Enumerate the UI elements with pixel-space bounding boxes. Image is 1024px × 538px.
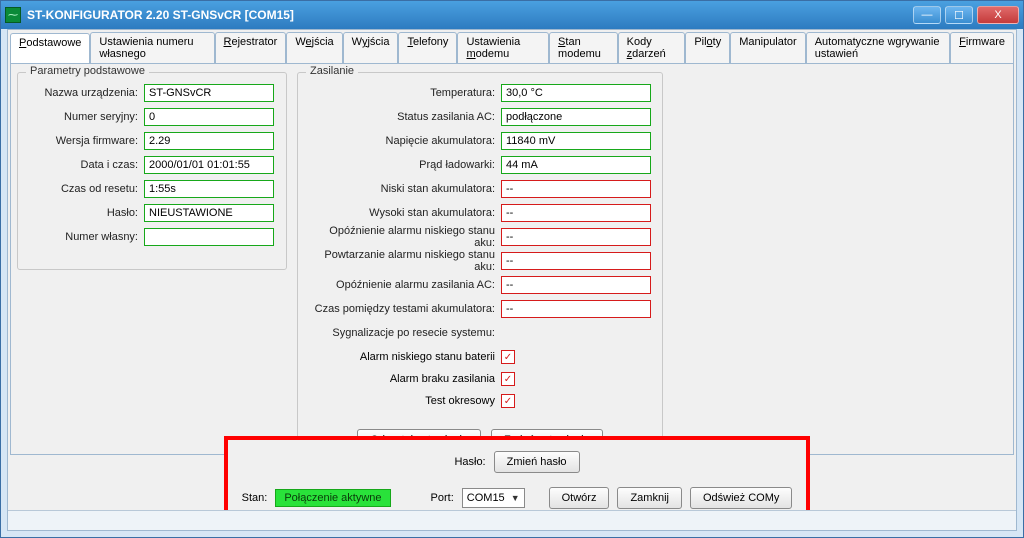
checkbox[interactable]: ✓ — [501, 394, 515, 408]
power-value[interactable]: 11840 mV — [501, 132, 651, 150]
chevron-down-icon: ▼ — [511, 493, 520, 503]
group-params: Parametry podstawowe Nazwa urządzenia:ST… — [17, 72, 287, 270]
close-button[interactable]: X — [977, 6, 1019, 24]
power-value[interactable]: -- — [501, 276, 651, 294]
group-power-legend: Zasilanie — [306, 65, 358, 77]
param-value[interactable] — [144, 228, 274, 246]
tab-stan-modemu[interactable]: Stan modemu — [549, 32, 618, 63]
param-label: Numer własny: — [26, 231, 144, 243]
checkbox[interactable]: ✓ — [501, 350, 515, 364]
open-port-button[interactable]: Otwórz — [549, 487, 610, 509]
close-port-button[interactable]: Zamknij — [617, 487, 682, 509]
port-label: Port: — [431, 492, 454, 504]
param-value[interactable]: 1:55s — [144, 180, 274, 198]
app-window: ⁓ ST-KONFIGURATOR 2.20 ST-GNSvCR [COM15]… — [0, 0, 1024, 538]
power-label: Opóźnienie alarmu zasilania AC: — [306, 279, 501, 291]
maximize-button[interactable]: ☐ — [945, 6, 973, 24]
param-label: Data i czas: — [26, 159, 144, 171]
power-label: Status zasilania AC: — [306, 111, 501, 123]
stan-label: Stan: — [242, 492, 268, 504]
power-value[interactable]: -- — [501, 204, 651, 222]
tab-page-podstawowe: Parametry podstawowe Nazwa urządzenia:ST… — [10, 63, 1014, 455]
connection-status: Połączenie aktywne — [275, 489, 390, 507]
tab-wyjscia[interactable]: Wyjścia — [343, 32, 399, 63]
tab-ustawienia-modemu[interactable]: Ustawienia modemu — [457, 32, 549, 63]
window-title: ST-KONFIGURATOR 2.20 ST-GNSvCR [COM15] — [27, 8, 294, 22]
param-label: Czas od resetu: — [26, 183, 144, 195]
tab-rejestrator[interactable]: Rejestrator — [215, 32, 287, 63]
tab-manipulator[interactable]: Manipulator — [730, 32, 805, 63]
port-combo-value: COM15 — [467, 492, 505, 504]
param-label: Wersja firmware: — [26, 135, 144, 147]
power-label: Wysoki stan akumulatora: — [306, 207, 501, 219]
power-value[interactable]: -- — [501, 252, 651, 270]
power-label: Napięcie akumulatora: — [306, 135, 501, 147]
tab-kody-zdarzen[interactable]: Kody zdarzeń — [618, 32, 686, 63]
refresh-com-button[interactable]: Odśwież COMy — [690, 487, 792, 509]
power-label: Prąd ładowarki: — [306, 159, 501, 171]
power-value[interactable]: -- — [501, 180, 651, 198]
haslo-label: Hasło: — [454, 456, 485, 468]
param-value[interactable]: NIEUSTAWIONE — [144, 204, 274, 222]
titlebar: ⁓ ST-KONFIGURATOR 2.20 ST-GNSvCR [COM15]… — [1, 1, 1023, 29]
group-params-legend: Parametry podstawowe — [26, 65, 149, 77]
tab-wejscia[interactable]: Wejścia — [286, 32, 342, 63]
power-label: Opóźnienie alarmu niskiego stanu aku: — [306, 225, 501, 249]
power-value[interactable]: podłączone — [501, 108, 651, 126]
change-password-button[interactable]: Zmień hasło — [494, 451, 580, 473]
tab-ustawienia-numeru[interactable]: Ustawienia numeru własnego — [90, 32, 214, 63]
power-value[interactable]: 30,0 °C — [501, 84, 651, 102]
checkbox[interactable]: ✓ — [501, 372, 515, 386]
power-label: Niski stan akumulatora: — [306, 183, 501, 195]
sig-header: Sygnalizacje po resecie systemu: — [306, 327, 501, 339]
check-label: Alarm braku zasilania — [306, 373, 501, 385]
power-label: Powtarzanie alarmu niskiego stanu aku: — [306, 249, 501, 273]
power-value[interactable]: -- — [501, 300, 651, 318]
param-value[interactable]: 2000/01/01 01:01:55 — [144, 156, 274, 174]
tab-auto-wgrywanie[interactable]: Automatyczne wgrywanie ustawień — [806, 32, 950, 63]
param-value[interactable]: ST-GNSvCR — [144, 84, 274, 102]
tab-podstawowe[interactable]: Podstawowe — [10, 33, 90, 64]
client-area: Podstawowe Ustawienia numeru własnego Re… — [7, 29, 1017, 531]
statusbar — [8, 510, 1016, 530]
power-label: Temperatura: — [306, 87, 501, 99]
param-value[interactable]: 2.29 — [144, 132, 274, 150]
tab-telefony[interactable]: Telefony — [398, 32, 457, 63]
power-label: Czas pomiędzy testami akumulatora: — [306, 303, 501, 315]
group-power: Zasilanie Temperatura:30,0 °CStatus zasi… — [297, 72, 663, 456]
app-icon: ⁓ — [5, 7, 21, 23]
param-label: Nazwa urządzenia: — [26, 87, 144, 99]
param-label: Hasło: — [26, 207, 144, 219]
param-value[interactable]: 0 — [144, 108, 274, 126]
minimize-button[interactable]: — — [913, 6, 941, 24]
check-label: Alarm niskiego stanu baterii — [306, 351, 501, 363]
param-label: Numer seryjny: — [26, 111, 144, 123]
power-value[interactable]: -- — [501, 228, 651, 246]
port-combo[interactable]: COM15 ▼ — [462, 488, 525, 508]
tab-piloty[interactable]: Piloty — [685, 32, 730, 63]
tabstrip: Podstawowe Ustawienia numeru własnego Re… — [8, 30, 1016, 63]
tab-firmware[interactable]: Firmware — [950, 32, 1014, 63]
check-label: Test okresowy — [306, 395, 501, 407]
power-value[interactable]: 44 mA — [501, 156, 651, 174]
